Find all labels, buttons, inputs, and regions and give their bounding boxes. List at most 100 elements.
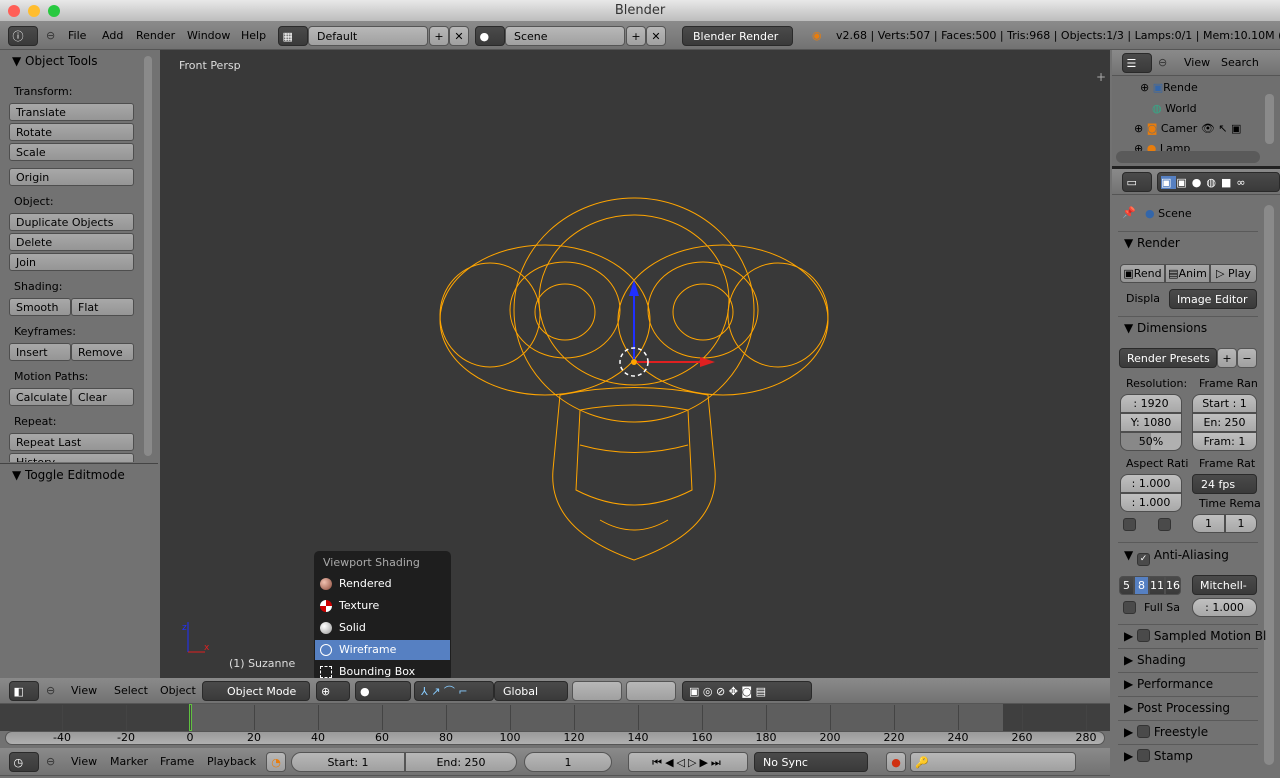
menu-item-wireframe[interactable]: Wireframe xyxy=(315,640,450,660)
editor-type-outliner-icon[interactable]: ☰ xyxy=(1122,53,1152,73)
render-presets-select[interactable]: Render Presets xyxy=(1119,348,1217,368)
object-tools-panel-header[interactable]: ▼ Object Tools xyxy=(12,54,98,68)
remove-keyframe-button[interactable]: Remove xyxy=(71,343,134,361)
add-scene-button[interactable]: + xyxy=(626,26,646,46)
outliner-item-camera[interactable]: ⊕ ◙ Camer 👁 ↖ ▣ xyxy=(1134,122,1241,135)
timeline-scrollbar[interactable] xyxy=(5,731,1105,745)
menu-view[interactable]: View xyxy=(71,748,97,776)
layout-name-field[interactable]: Default xyxy=(308,26,428,46)
remove-preset-button[interactable]: − xyxy=(1237,348,1257,368)
pin-icon[interactable]: 📌 xyxy=(1122,206,1136,219)
outliner-scrollbar[interactable] xyxy=(1265,94,1274,144)
start-frame-field[interactable]: Start: 1 xyxy=(291,752,405,772)
menu-item-solid[interactable]: Solid xyxy=(315,618,450,638)
add-layout-button[interactable]: + xyxy=(429,26,449,46)
maximize-window-button[interactable] xyxy=(48,5,60,17)
translate-button[interactable]: Translate xyxy=(9,103,134,121)
time-remap-old-field[interactable]: 1 xyxy=(1192,514,1225,533)
render-panel-header[interactable]: ▼ Render xyxy=(1124,236,1180,250)
tool-shelf-scrollbar[interactable] xyxy=(144,56,152,456)
menu-file[interactable]: File xyxy=(68,22,86,50)
delete-button[interactable]: Delete xyxy=(9,233,134,251)
render-animation-button[interactable]: ▤Anim xyxy=(1165,264,1210,283)
editor-type-3d-icon[interactable]: ◧ xyxy=(9,681,39,701)
outliner-item-render-layers[interactable]: ⊕ ▣Rende xyxy=(1140,81,1198,94)
frame-start-field[interactable]: Start : 1 xyxy=(1192,394,1257,413)
menu-object[interactable]: Object xyxy=(160,678,196,704)
sync-mode-select[interactable]: No Sync xyxy=(754,752,868,772)
scale-button[interactable]: Scale xyxy=(9,143,134,161)
3d-viewport[interactable]: Front Persp + (1) Suzanne z x xyxy=(160,50,1110,678)
menu-render[interactable]: Render xyxy=(136,22,175,50)
scene-layers-1[interactable] xyxy=(572,681,622,701)
close-window-button[interactable] xyxy=(8,5,20,17)
time-remap-new-field[interactable]: 1 xyxy=(1225,514,1257,533)
flat-button[interactable]: Flat xyxy=(71,298,134,316)
record-button[interactable]: ● xyxy=(886,752,906,772)
add-preset-button[interactable]: + xyxy=(1217,348,1237,368)
viewport-shading-button[interactable]: ⊕ xyxy=(316,681,350,701)
keying-set-field[interactable]: 🔑 xyxy=(910,752,1076,772)
aa-samples-5[interactable]: 5 xyxy=(1119,576,1134,595)
render-engine-select[interactable]: Blender Render xyxy=(682,26,793,46)
frame-step-field[interactable]: Fram: 1 xyxy=(1192,432,1257,451)
transform-orientation-select[interactable]: Global xyxy=(494,681,568,701)
collapse-menu-icon[interactable]: ⊖ xyxy=(1158,50,1167,76)
aspect-x-field[interactable]: : 1.000 xyxy=(1120,474,1182,493)
post-processing-panel-header[interactable]: ▶ Post Processing xyxy=(1124,701,1230,715)
sampled-motion-blur-panel-header[interactable]: ▶ Sampled Motion Bl xyxy=(1124,629,1266,643)
anti-aliasing-checkbox[interactable]: ✓ xyxy=(1137,553,1151,566)
rotate-button[interactable]: Rotate xyxy=(9,123,134,141)
editor-type-info-icon[interactable]: ⓘ xyxy=(8,26,38,46)
join-button[interactable]: Join xyxy=(9,253,134,271)
properties-scrollbar[interactable] xyxy=(1264,205,1274,765)
pivot-point-button[interactable]: ● xyxy=(355,681,411,701)
frame-end-field[interactable]: En: 250 xyxy=(1192,413,1257,432)
play-animation-button[interactable]: ▷ Play xyxy=(1210,264,1257,283)
scene-name-field[interactable]: Scene xyxy=(505,26,625,46)
menu-help[interactable]: Help xyxy=(241,22,266,50)
aa-samples-11[interactable]: 11 xyxy=(1149,576,1165,595)
menu-add[interactable]: Add xyxy=(102,22,123,50)
shading-panel-header[interactable]: ▶ Shading xyxy=(1124,653,1186,667)
menu-search[interactable]: Search xyxy=(1221,50,1259,76)
mode-select[interactable]: Object Mode xyxy=(202,681,310,701)
menu-view[interactable]: View xyxy=(1184,50,1210,76)
menu-window[interactable]: Window xyxy=(187,22,230,50)
scene-icon[interactable]: ● xyxy=(475,26,505,46)
menu-item-texture[interactable]: Texture xyxy=(315,596,450,616)
menu-item-rendered[interactable]: Rendered xyxy=(315,574,450,594)
resolution-x-field[interactable]: : 1920 xyxy=(1120,394,1182,413)
aa-samples-16[interactable]: 16 xyxy=(1165,576,1181,595)
screen-layout-icon[interactable]: ▦ xyxy=(278,26,308,46)
dimensions-panel-header[interactable]: ▼ Dimensions xyxy=(1124,321,1207,335)
insert-keyframe-button[interactable]: Insert xyxy=(9,343,71,361)
origin-button[interactable]: Origin xyxy=(9,168,134,186)
playback-controls[interactable]: ⏮◀◁▷▶⏭ xyxy=(628,752,748,772)
collapse-menu-icon[interactable]: ⊖ xyxy=(46,678,55,704)
timeline-area[interactable] xyxy=(0,704,1110,731)
repeat-last-button[interactable]: Repeat Last xyxy=(9,433,134,451)
duplicate-objects-button[interactable]: Duplicate Objects xyxy=(9,213,134,231)
resolution-y-field[interactable]: Y: 1080 xyxy=(1120,413,1182,432)
freestyle-panel-header[interactable]: ▶ Freestyle xyxy=(1124,725,1208,739)
menu-view[interactable]: View xyxy=(71,678,97,704)
smooth-button[interactable]: Smooth xyxy=(9,298,71,316)
aspect-y-field[interactable]: : 1.000 xyxy=(1120,493,1182,512)
preview-range-icon[interactable]: ◔ xyxy=(266,752,286,772)
border-checkbox[interactable] xyxy=(1123,518,1136,531)
snap-and-render-buttons[interactable]: ▣ ◎ ⊘ ✥ ◙ ▤ xyxy=(682,681,812,701)
anti-aliasing-panel-header[interactable]: ▼ ✓ Anti-Aliasing xyxy=(1124,548,1229,566)
aa-filter-size-field[interactable]: : 1.000 xyxy=(1192,598,1257,617)
current-frame-field[interactable]: 1 xyxy=(524,752,612,772)
scene-layers-2[interactable] xyxy=(626,681,676,701)
collapse-menu-icon[interactable]: ⊖ xyxy=(46,22,55,50)
menu-playback[interactable]: Playback xyxy=(207,748,256,776)
aa-filter-select[interactable]: Mitchell- xyxy=(1192,575,1257,595)
history-button[interactable]: History xyxy=(9,453,134,462)
delete-layout-button[interactable]: ✕ xyxy=(449,26,469,46)
clear-paths-button[interactable]: Clear xyxy=(71,388,134,406)
render-image-button[interactable]: ▣Rend xyxy=(1120,264,1165,283)
editor-type-properties-icon[interactable]: ▭ xyxy=(1122,172,1152,192)
outliner-item-world[interactable]: ◍ World xyxy=(1152,102,1197,115)
